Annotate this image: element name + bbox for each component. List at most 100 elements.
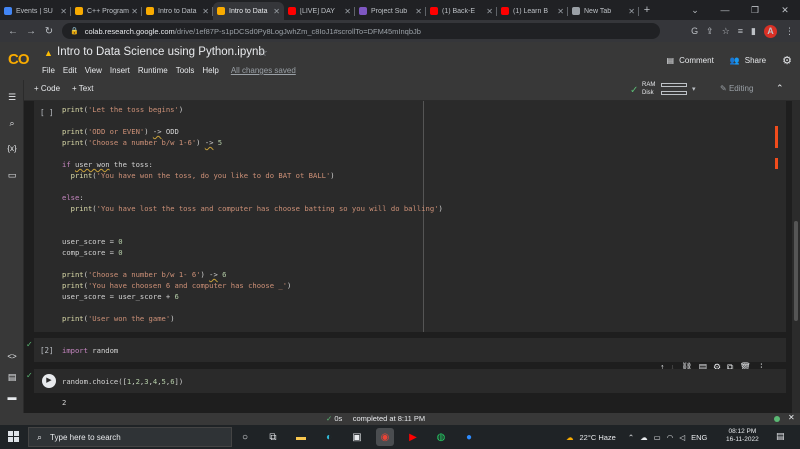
close-tab-icon[interactable]: ✕ — [486, 7, 493, 16]
close-tab-icon[interactable]: ✕ — [131, 7, 138, 16]
volume-icon[interactable]: ◁ — [679, 433, 685, 442]
tray-chevron-icon[interactable]: ⌃ — [628, 433, 634, 442]
settings-button[interactable]: ⚙ — [782, 54, 792, 67]
youtube-app-icon[interactable]: ▶ — [404, 428, 422, 446]
menu-help[interactable]: Help — [202, 66, 218, 75]
weather-text[interactable]: 22°C Haze — [580, 433, 616, 442]
editing-mode[interactable]: ✎ Editing — [720, 84, 753, 93]
cell3-code[interactable]: random.choice([1,2,3,4,5,6]) — [62, 377, 183, 386]
tab-title: New Tab — [584, 7, 612, 15]
files-icon[interactable]: ▭ — [0, 170, 24, 181]
notification-icon[interactable]: ▤ — [776, 431, 785, 442]
close-tab-icon[interactable]: ✕ — [557, 7, 564, 16]
weather-icon[interactable]: ☁ — [566, 433, 574, 442]
browser-tab[interactable]: Project Sub ✕ — [355, 2, 426, 20]
sidepanel-icon[interactable]: ▮ — [751, 26, 756, 37]
cell2-code[interactable]: import random — [62, 346, 118, 355]
runtime-status-dot[interactable] — [774, 416, 780, 422]
media-icon[interactable]: ≡ — [738, 26, 743, 36]
google-icon[interactable]: G — [691, 26, 698, 36]
cell2-prompt[interactable]: [2] — [40, 346, 54, 355]
menu-view[interactable]: View — [85, 66, 102, 75]
browser-tab[interactable]: New Tab ✕ — [568, 2, 639, 20]
browser-tab[interactable]: Intro to Data ✕ — [142, 2, 213, 20]
variables-icon[interactable]: {x} — [0, 144, 24, 153]
colab-logo[interactable]: CO — [8, 51, 29, 68]
drive-icon[interactable]: ▲ — [44, 48, 53, 58]
browser-tab[interactable]: C++ Programming✕ — [71, 2, 142, 20]
save-status[interactable]: All changes saved — [231, 66, 296, 75]
close-tab-icon[interactable]: ✕ — [415, 7, 422, 16]
minimize-icon[interactable]: — — [710, 0, 740, 20]
code-cell-1[interactable]: [ ] print('Let the toss begins') print('O… — [34, 101, 786, 332]
close-tab-icon[interactable]: ✕ — [60, 7, 67, 16]
add-code-button[interactable]: + Code — [34, 84, 60, 93]
star-icon[interactable]: ☆ — [258, 46, 268, 59]
windows-start-icon[interactable] — [8, 431, 20, 443]
battery-icon[interactable]: ▭ — [654, 433, 661, 442]
browser-tab[interactable]: Events | SU ✕ — [0, 2, 71, 20]
menu-runtime[interactable]: Runtime — [138, 66, 168, 75]
close-tab-icon[interactable]: ✕ — [344, 7, 351, 16]
cortana-icon[interactable]: ○ — [236, 428, 254, 446]
menu-tools[interactable]: Tools — [176, 66, 195, 75]
forward-icon[interactable]: → — [22, 26, 40, 37]
task-view-icon[interactable]: ⧉ — [264, 428, 282, 446]
reload-icon[interactable]: ↻ — [40, 26, 58, 37]
language-indicator[interactable]: ENG — [691, 433, 707, 442]
zoom-icon[interactable]: ● — [460, 428, 478, 446]
ram-disk-indicator[interactable]: ✓ RAM Disk ▾ — [628, 81, 708, 100]
close-tab-icon[interactable]: ✕ — [628, 7, 635, 16]
cell1-prompt[interactable]: [ ] — [40, 108, 54, 117]
share-button[interactable]: 👥 Share — [730, 56, 766, 65]
notebook-toolbar: + Code + Text ✓ RAM Disk ▾ ✎ Editing ⌃ — [0, 80, 800, 101]
execution-status[interactable]: ✓ 0s completed at 8:11 PM — [326, 414, 425, 423]
browser-tab[interactable]: Intro to Data ✕ — [213, 2, 284, 20]
scroll-thumb[interactable] — [794, 221, 798, 321]
terminal-icon[interactable]: ▬ — [0, 392, 24, 402]
bookmark-star-icon[interactable]: ☆ — [722, 26, 730, 37]
back-icon[interactable]: ← — [4, 26, 22, 37]
code-cell-2[interactable]: [2] import random — [34, 338, 786, 362]
browser-tab[interactable]: (1) Learn B ✕ — [497, 2, 568, 20]
profile-avatar[interactable]: A — [764, 24, 777, 38]
store-icon[interactable]: ▣ — [348, 428, 366, 446]
file-explorer-icon[interactable]: ▬ — [292, 428, 310, 446]
search-icon[interactable]: ⌕ — [0, 118, 24, 129]
network-icon[interactable]: ☁ — [640, 433, 648, 442]
tab-title: [LIVE] DAY — [300, 7, 335, 15]
restore-icon[interactable]: ❐ — [740, 0, 770, 20]
close-tab-icon[interactable]: ✕ — [202, 7, 209, 16]
whatsapp-icon[interactable]: ◍ — [432, 428, 450, 446]
browser-tab[interactable]: (1) Back-E ✕ — [426, 2, 497, 20]
browser-menu-icon[interactable]: ⋮ — [785, 26, 794, 37]
share-page-icon[interactable]: ⇪ — [706, 26, 714, 37]
run-cell-button[interactable]: ▶ — [42, 374, 56, 388]
menu-file[interactable]: File — [42, 66, 55, 75]
tab-search-icon[interactable]: ⌄ — [680, 0, 710, 20]
command-palette-icon[interactable]: ▤ — [0, 372, 24, 383]
close-tab-icon[interactable]: ✕ — [273, 7, 280, 16]
edge-icon[interactable]: ◐ — [320, 428, 338, 446]
close-status-icon[interactable]: ✕ — [788, 413, 795, 422]
code-cell-3[interactable]: ▶ random.choice([1,2,3,4,5,6]) — [34, 369, 786, 393]
close-window-icon[interactable]: ✕ — [770, 0, 800, 20]
comment-button[interactable]: ▤ Comment — [667, 56, 714, 65]
menu-insert[interactable]: Insert — [110, 66, 130, 75]
taskbar-search[interactable]: ⌕ Type here to search — [28, 427, 232, 447]
add-text-button[interactable]: + Text — [72, 84, 93, 93]
notebook-title[interactable]: Intro to Data Science using Python.ipynb — [57, 46, 265, 58]
code-snippets-icon[interactable]: <> — [0, 352, 24, 361]
chrome-icon[interactable]: ◉ — [376, 428, 394, 446]
notebook-scrollbar[interactable] — [792, 101, 800, 413]
clock[interactable]: 08:12 PM 16-11-2022 — [726, 428, 759, 444]
wifi-icon[interactable]: ◠ — [667, 433, 674, 442]
new-tab-button[interactable]: + — [639, 2, 655, 20]
browser-tab[interactable]: [LIVE] DAY ✕ — [284, 2, 355, 20]
menu-edit[interactable]: Edit — [63, 66, 77, 75]
address-bar[interactable]: 🔒 colab.research.google.com /drive/1ef87… — [62, 23, 660, 39]
chevron-down-icon[interactable]: ▾ — [692, 85, 696, 93]
toc-icon[interactable]: ☰ — [0, 92, 24, 103]
collapse-header-icon[interactable]: ⌃ — [776, 83, 784, 94]
lock-icon[interactable]: 🔒 — [70, 27, 79, 35]
